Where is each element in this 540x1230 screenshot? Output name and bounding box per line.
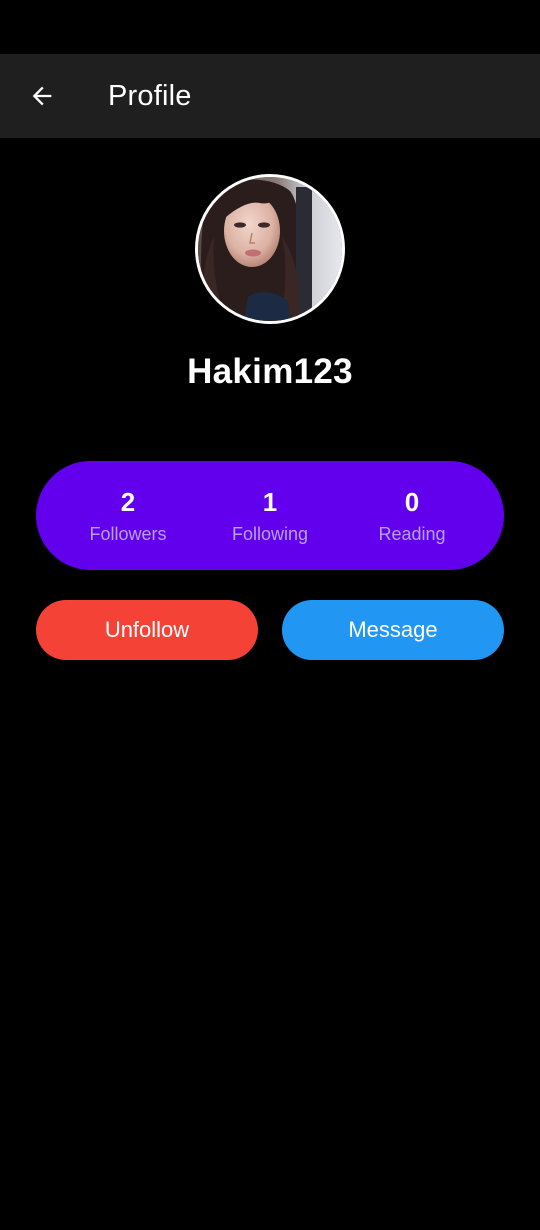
avatar[interactable] xyxy=(195,174,345,324)
message-button[interactable]: Message xyxy=(282,600,504,660)
profile-photo xyxy=(198,177,342,321)
arrow-left-icon xyxy=(32,86,52,106)
back-button[interactable] xyxy=(20,74,64,118)
reading-label: Reading xyxy=(378,523,446,544)
username: Hakim123 xyxy=(187,352,353,391)
followers-count: 2 xyxy=(120,486,136,517)
page-title: Profile xyxy=(108,80,192,112)
unfollow-button[interactable]: Unfollow xyxy=(36,600,258,660)
followers-label: Followers xyxy=(89,523,167,544)
app-bar: Profile xyxy=(0,54,540,138)
status-bar xyxy=(0,0,540,54)
following-count: 1 xyxy=(262,486,278,517)
stat-following[interactable]: 1 Following xyxy=(210,487,330,545)
reading-count: 0 xyxy=(404,486,420,517)
stat-reading[interactable]: 0 Reading xyxy=(352,487,472,545)
stats-card: 2 Followers 1 Following 0 Reading xyxy=(36,461,504,570)
stat-followers[interactable]: 2 Followers xyxy=(68,487,188,545)
following-label: Following xyxy=(231,523,309,544)
